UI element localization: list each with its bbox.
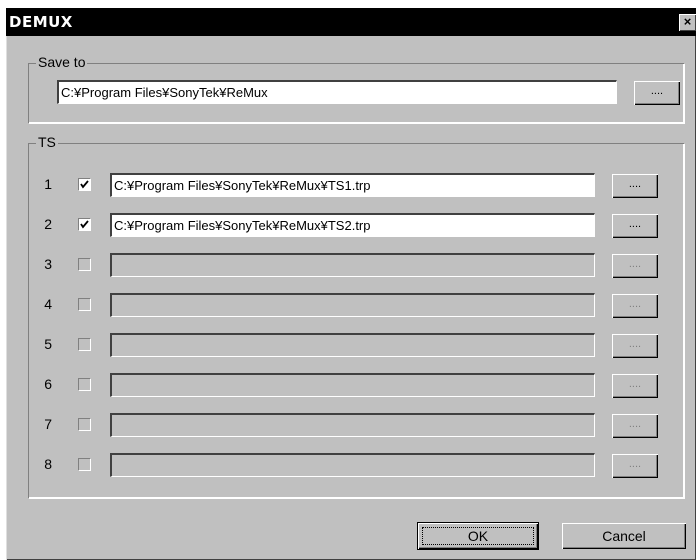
- ts-row-number: 4: [44, 296, 52, 312]
- ts-row-browse-button[interactable]: ....: [612, 294, 658, 318]
- ts-row-path-field[interactable]: [110, 333, 595, 357]
- ts-row-checkbox[interactable]: [78, 418, 91, 431]
- save-to-group: Save to C:¥Program Files¥SonyTek¥ReMux .…: [28, 54, 684, 123]
- ts-row-number: 8: [44, 456, 52, 472]
- demux-dialog: DEMUX × Save to C:¥Program Files¥SonyTek…: [6, 8, 696, 560]
- ts-group: TS 1 C:¥Program Files¥SonyTek¥ReMux¥TS1.t…: [28, 134, 684, 498]
- window-title: DEMUX: [9, 13, 73, 31]
- ts-row-path-field[interactable]: [110, 373, 595, 397]
- ts-row-number: 5: [44, 336, 52, 352]
- ts-row-checkbox[interactable]: [78, 218, 91, 231]
- save-to-path-field[interactable]: C:¥Program Files¥SonyTek¥ReMux: [57, 80, 617, 104]
- ts-row-path-field[interactable]: [110, 413, 595, 437]
- ts-row-checkbox[interactable]: [78, 338, 91, 351]
- ts-row-path-field[interactable]: [110, 293, 595, 317]
- save-to-legend: Save to: [36, 54, 88, 70]
- ts-row-browse-button[interactable]: ....: [612, 334, 658, 358]
- ts-row-path-field[interactable]: C:¥Program Files¥SonyTek¥ReMux¥TS1.trp: [110, 173, 595, 197]
- ts-row-browse-button[interactable]: ....: [612, 174, 658, 198]
- close-button[interactable]: ×: [679, 14, 696, 31]
- ok-label: OK: [422, 527, 534, 545]
- ts-row-browse-button[interactable]: ....: [612, 254, 658, 278]
- ts-row-path-field[interactable]: [110, 253, 595, 277]
- ts-row-checkbox[interactable]: [78, 458, 91, 471]
- ts-row-number: 6: [44, 376, 52, 392]
- check-icon: [80, 220, 89, 229]
- ts-row-number: 1: [44, 176, 52, 192]
- ts-row-path-field[interactable]: C:¥Program Files¥SonyTek¥ReMux¥TS2.trp: [110, 213, 595, 237]
- ts-row-browse-button[interactable]: ....: [612, 374, 658, 398]
- ts-row-checkbox[interactable]: [78, 298, 91, 311]
- ts-row-path-field[interactable]: [110, 453, 595, 477]
- title-bar[interactable]: DEMUX ×: [6, 8, 696, 36]
- ts-row-checkbox[interactable]: [78, 178, 91, 191]
- ok-button[interactable]: OK: [418, 523, 538, 549]
- ts-row-checkbox[interactable]: [78, 258, 91, 271]
- ts-legend: TS: [36, 134, 58, 150]
- ts-row-checkbox[interactable]: [78, 378, 91, 391]
- ts-row-number: 2: [44, 216, 52, 232]
- ts-row-number: 3: [44, 256, 52, 272]
- ts-row-browse-button[interactable]: ....: [612, 454, 658, 478]
- ts-row-number: 7: [44, 416, 52, 432]
- save-to-browse-button[interactable]: ....: [634, 81, 680, 105]
- cancel-button[interactable]: Cancel: [562, 523, 686, 549]
- check-icon: [80, 180, 89, 189]
- ts-row-browse-button[interactable]: ....: [612, 414, 658, 438]
- ts-row-browse-button[interactable]: ....: [612, 214, 658, 238]
